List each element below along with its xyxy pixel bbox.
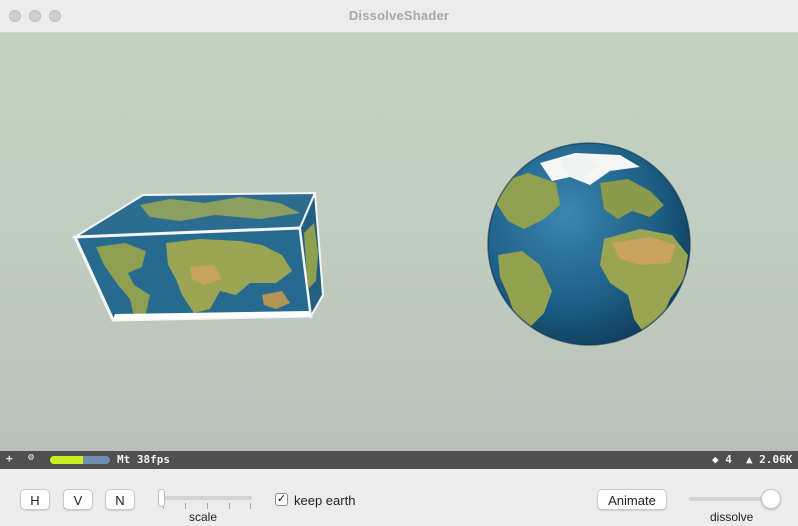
dissolve-slider-thumb[interactable] (761, 489, 781, 509)
earth-box[interactable] (71, 191, 325, 322)
gear-icon[interactable]: ⚙ (28, 452, 34, 463)
renderer-fps-readout: Mt 38fps (117, 453, 170, 466)
node-count: ◆ 4 (712, 453, 732, 466)
scale-slider-thumb[interactable] (158, 489, 165, 507)
animate-button[interactable]: Animate (597, 489, 667, 510)
performance-bar-fill (50, 456, 83, 464)
3d-viewport[interactable] (0, 33, 798, 451)
h-button[interactable]: H (20, 489, 50, 510)
checkmark-icon: ✓ (276, 493, 287, 505)
v-button[interactable]: V (63, 489, 93, 510)
performance-bar (50, 456, 110, 464)
keep-earth-label[interactable]: keep earth (294, 493, 355, 508)
scale-slider-track[interactable] (160, 496, 252, 500)
earth-sphere[interactable] (487, 142, 691, 346)
triangle-count: ▲ 2.06K (746, 453, 793, 466)
control-panel: H V N scale ✓ keep earth Animate dissolv… (0, 469, 798, 526)
title-bar: DissolveShader (0, 0, 798, 33)
window-title: DissolveShader (348, 8, 450, 23)
n-button[interactable]: N (105, 489, 135, 510)
scale-label: scale (189, 510, 218, 524)
scene-svg (71, 142, 691, 346)
expand-stats-icon[interactable]: + (6, 452, 13, 465)
dissolve-label: dissolve (710, 510, 754, 524)
keep-earth-checkbox[interactable]: ✓ (275, 493, 288, 506)
scenekit-statistics-bar: + ⚙ Mt 38fps ◆ 4 ▲ 2.06K (0, 451, 798, 469)
